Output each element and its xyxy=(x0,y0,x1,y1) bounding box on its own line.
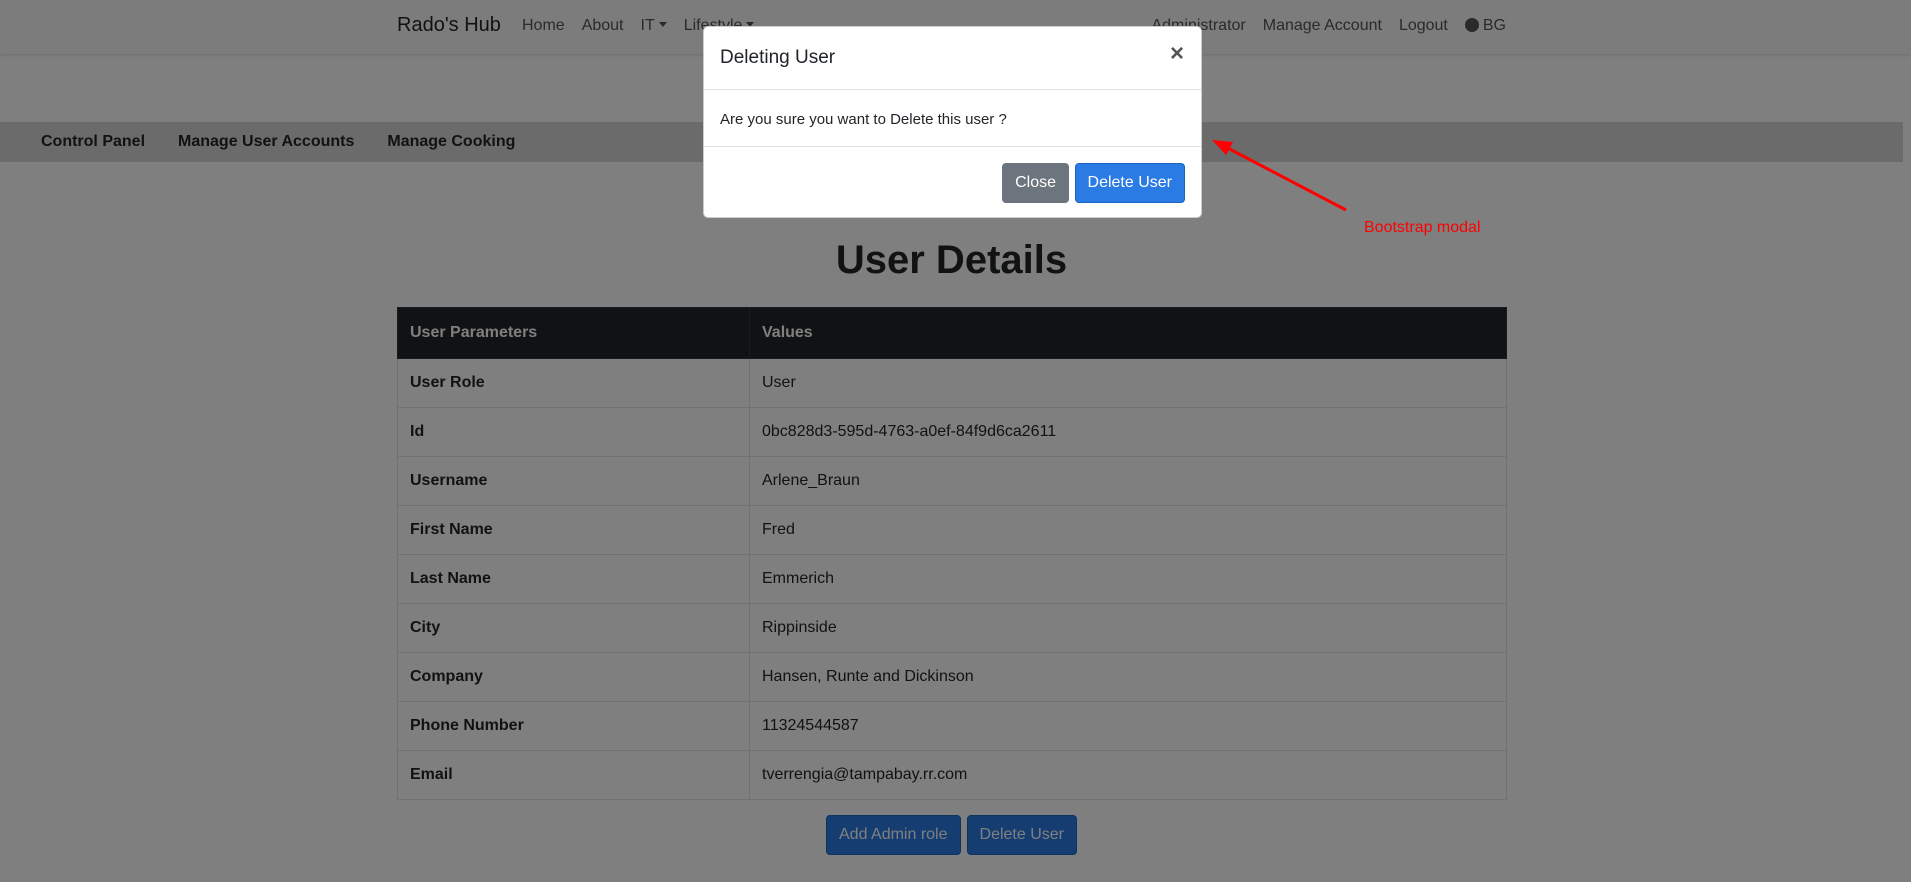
annotation-label: Bootstrap modal xyxy=(1364,219,1481,236)
annotation-arrow xyxy=(1212,140,1347,212)
